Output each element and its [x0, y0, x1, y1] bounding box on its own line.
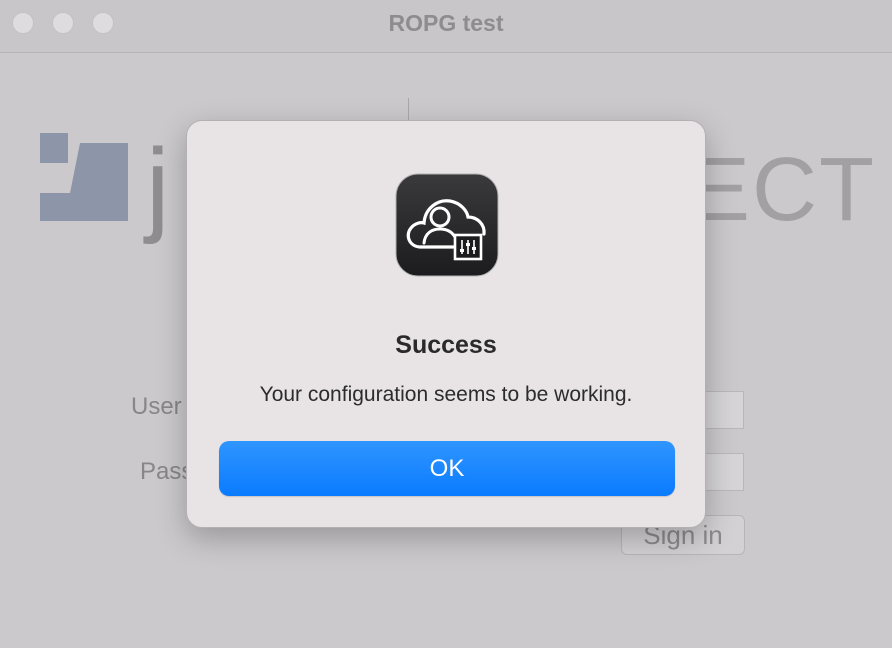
logo-text: j [146, 127, 170, 245]
dialog-title: Success [395, 331, 497, 359]
dialog-message: Your configuration seems to be working. [259, 383, 633, 406]
window-title: ROPG test [388, 10, 504, 36]
logo-right-text: ECT [690, 140, 876, 240]
username-label: User [131, 393, 182, 420]
success-alert-dialog: Success Your configuration seems to be w… [186, 120, 706, 528]
cloud-user-settings-icon [395, 173, 499, 277]
logo-mark-icon [40, 133, 128, 221]
title-bar: ROPG test [0, 0, 892, 53]
ok-button[interactable]: OK [219, 441, 675, 496]
